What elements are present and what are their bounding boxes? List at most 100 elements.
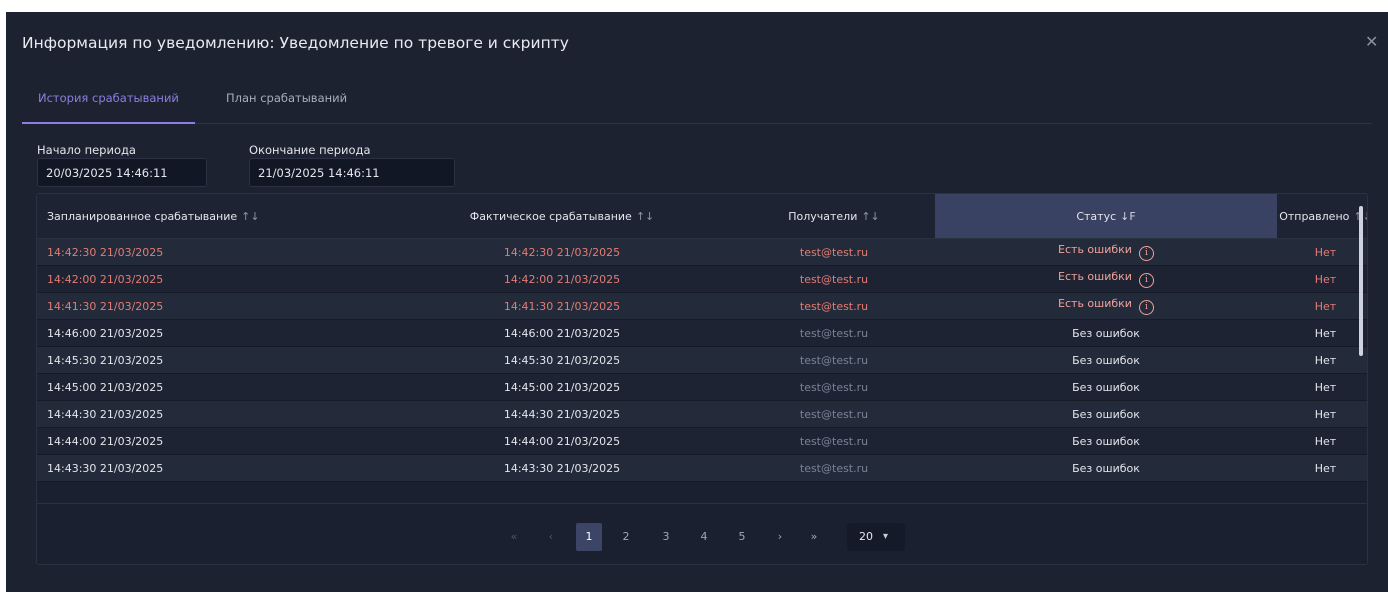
- table-row[interactable]: 14:44:30 21/03/2025 14:44:30 21/03/2025 te…: [37, 400, 1367, 428]
- actual-time-cell: 14:42:30 21/03/2025: [391, 238, 733, 266]
- actual-time-cell: 14:41:30 21/03/2025: [391, 292, 733, 320]
- info-icon[interactable]: i: [1138, 246, 1154, 261]
- first-page-button[interactable]: «: [506, 523, 522, 551]
- status-cell: Без ошибок: [935, 319, 1277, 347]
- page-button-1[interactable]: 1: [576, 523, 602, 551]
- tab-bar: История срабатываний План срабатываний: [22, 88, 1372, 124]
- trigger-history-table: Запланированное срабатывание ↑↓ Фактическ…: [36, 193, 1368, 565]
- close-icon[interactable]: ✕: [1365, 34, 1378, 50]
- page-size-select[interactable]: 20 ▾: [847, 523, 905, 551]
- next-page-button[interactable]: ›: [773, 523, 787, 551]
- planned-time-cell: 14:42:30 21/03/2025: [37, 238, 391, 266]
- table-row[interactable]: 14:42:30 21/03/2025 14:42:30 21/03/2025 te…: [37, 238, 1367, 266]
- tab-trigger-history[interactable]: История срабатываний: [22, 88, 195, 124]
- info-icon[interactable]: i: [1138, 300, 1154, 315]
- actual-time-cell: 14:45:00 21/03/2025: [391, 373, 733, 401]
- sent-cell: Нет: [1277, 373, 1367, 401]
- period-end-label: Окончание периода: [249, 143, 371, 157]
- status-cell: Есть ошибки i: [935, 292, 1277, 320]
- last-page-button[interactable]: »: [806, 523, 822, 551]
- planned-time-cell: 14:42:00 21/03/2025: [37, 265, 391, 293]
- column-header-recipients[interactable]: Получатели ↑↓: [733, 194, 935, 239]
- sent-cell: Нет: [1277, 454, 1367, 482]
- recipients-cell: test@test.ru: [733, 292, 935, 320]
- sent-cell: Нет: [1277, 427, 1367, 455]
- actual-time-cell: 14:43:30 21/03/2025: [391, 454, 733, 482]
- recipients-cell: test@test.ru: [733, 265, 935, 293]
- actual-time-cell: 14:46:00 21/03/2025: [391, 319, 733, 347]
- table-header-row: Запланированное срабатывание ↑↓ Фактическ…: [37, 194, 1367, 239]
- status-cell: Без ошибок: [935, 346, 1277, 374]
- recipients-cell: test@test.ru: [733, 400, 935, 428]
- recipients-cell: test@test.ru: [733, 238, 935, 266]
- status-cell: Без ошибок: [935, 454, 1277, 482]
- sent-cell: Нет: [1277, 346, 1367, 374]
- page-button-4[interactable]: 4: [697, 523, 711, 551]
- chevron-down-icon: ▾: [883, 531, 889, 542]
- status-text: Без ошибок: [1072, 353, 1140, 367]
- sort-icon[interactable]: ↑↓: [636, 210, 654, 223]
- dialog-title: Информация по уведомлению: Уведомление п…: [22, 34, 569, 52]
- notification-info-dialog: Информация по уведомлению: Уведомление п…: [6, 12, 1388, 592]
- planned-time-cell: 14:45:00 21/03/2025: [37, 373, 391, 401]
- status-cell: Без ошибок: [935, 400, 1277, 428]
- status-cell: Есть ошибки i: [935, 265, 1277, 293]
- table-scrollbar[interactable]: [1358, 198, 1364, 502]
- info-icon[interactable]: i: [1138, 273, 1154, 288]
- status-text: Без ошибок: [1072, 326, 1140, 340]
- sent-cell: Нет: [1277, 265, 1367, 293]
- scrollbar-thumb[interactable]: [1359, 206, 1363, 356]
- table-row[interactable]: 14:46:00 21/03/2025 14:46:00 21/03/2025 te…: [37, 319, 1367, 347]
- period-start-input[interactable]: [37, 158, 207, 187]
- table-row[interactable]: 14:43:30 21/03/2025 14:43:30 21/03/2025 te…: [37, 454, 1367, 482]
- column-header-planned[interactable]: Запланированное срабатывание ↑↓: [37, 194, 391, 239]
- column-header-actual[interactable]: Фактическое срабатывание ↑↓: [391, 194, 733, 239]
- tab-trigger-plan[interactable]: План срабатываний: [210, 88, 363, 122]
- status-text: Есть ошибки: [1058, 297, 1132, 310]
- planned-time-cell: 14:46:00 21/03/2025: [37, 319, 391, 347]
- recipients-cell: test@test.ru: [733, 454, 935, 482]
- sent-cell: Нет: [1277, 319, 1367, 347]
- prev-page-button[interactable]: ‹: [543, 523, 559, 551]
- column-header-status[interactable]: Статус ↓F: [935, 194, 1277, 239]
- sort-icon[interactable]: ↑↓: [861, 210, 879, 223]
- actual-time-cell: 14:44:00 21/03/2025: [391, 427, 733, 455]
- status-text: Есть ошибки: [1058, 270, 1132, 283]
- sent-cell: Нет: [1277, 238, 1367, 266]
- table-row[interactable]: 14:44:00 21/03/2025 14:44:00 21/03/2025 te…: [37, 427, 1367, 455]
- sort-icon[interactable]: ↑↓: [241, 210, 259, 223]
- planned-time-cell: 14:44:00 21/03/2025: [37, 427, 391, 455]
- page-button-2[interactable]: 2: [619, 523, 633, 551]
- recipients-cell: test@test.ru: [733, 427, 935, 455]
- planned-time-cell: 14:43:30 21/03/2025: [37, 454, 391, 482]
- planned-time-cell: 14:41:30 21/03/2025: [37, 292, 391, 320]
- status-cell: Без ошибок: [935, 373, 1277, 401]
- period-end-input[interactable]: [249, 158, 455, 187]
- status-cell: Есть ошибки i: [935, 238, 1277, 266]
- planned-time-cell: 14:45:30 21/03/2025: [37, 346, 391, 374]
- table-row[interactable]: 14:41:30 21/03/2025 14:41:30 21/03/2025 te…: [37, 292, 1367, 320]
- column-header-sent[interactable]: Отправлено↑↓: [1277, 194, 1367, 239]
- status-text: Без ошибок: [1072, 407, 1140, 421]
- sent-cell: Нет: [1277, 292, 1367, 320]
- status-text: Без ошибок: [1072, 434, 1140, 448]
- sort-filter-icon[interactable]: ↓F: [1120, 210, 1136, 223]
- page-button-3[interactable]: 3: [659, 523, 673, 551]
- status-cell: Без ошибок: [935, 427, 1277, 455]
- page-size-value: 20: [859, 530, 873, 543]
- table-row[interactable]: 14:42:00 21/03/2025 14:42:00 21/03/2025 te…: [37, 265, 1367, 293]
- pagination: « ‹ 1 2 3 4 5 › » 20 ▾: [37, 503, 1367, 564]
- recipients-cell: test@test.ru: [733, 346, 935, 374]
- recipients-cell: test@test.ru: [733, 319, 935, 347]
- status-text: Без ошибок: [1072, 461, 1140, 475]
- recipients-cell: test@test.ru: [733, 373, 935, 401]
- status-text: Без ошибок: [1072, 380, 1140, 394]
- actual-time-cell: 14:45:30 21/03/2025: [391, 346, 733, 374]
- page-button-5[interactable]: 5: [735, 523, 749, 551]
- period-start-label: Начало периода: [37, 143, 136, 157]
- table-row[interactable]: 14:45:30 21/03/2025 14:45:30 21/03/2025 te…: [37, 346, 1367, 374]
- status-text: Есть ошибки: [1058, 243, 1132, 256]
- planned-time-cell: 14:44:30 21/03/2025: [37, 400, 391, 428]
- table-row[interactable]: 14:45:00 21/03/2025 14:45:00 21/03/2025 te…: [37, 373, 1367, 401]
- actual-time-cell: 14:42:00 21/03/2025: [391, 265, 733, 293]
